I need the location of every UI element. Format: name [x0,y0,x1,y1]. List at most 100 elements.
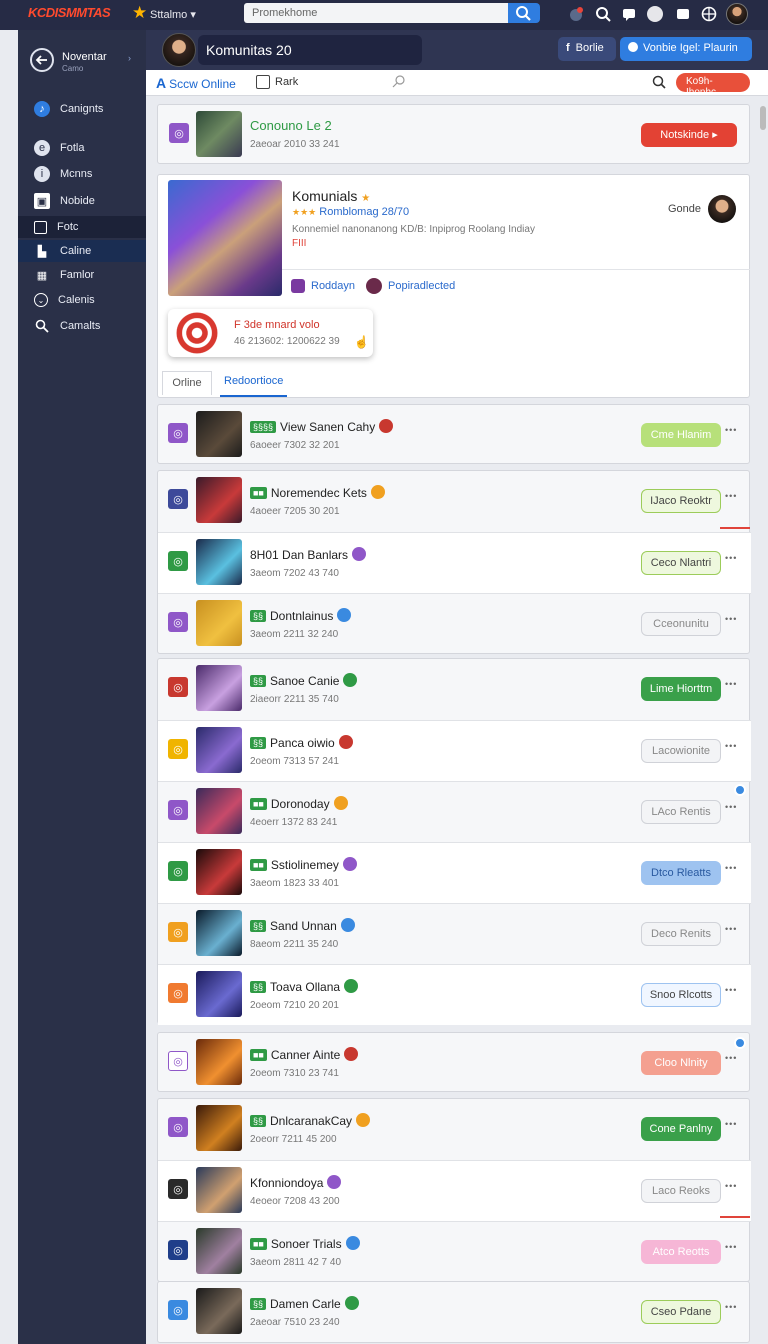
profile-tag-1[interactable]: Roddayn [311,280,355,292]
game-title[interactable]: Kfonniondoya [250,1175,342,1190]
game-action-button[interactable]: Ceco Nlantri [641,551,721,575]
game-thumbnail[interactable] [196,600,242,646]
game-title[interactable]: ■■ Canner Ainte [250,1047,359,1062]
list-item[interactable]: ◎ ■■ Sonoer Trials 3aeom 2811 42 7 40 Atco R… [158,1221,751,1282]
top-menu[interactable]: Sttalmo ▾ [150,8,196,21]
tab-online[interactable]: A Sccw Online [156,75,236,91]
game-title[interactable]: §§ Dontnlainus [250,608,352,623]
sidebar-item-caline[interactable]: ▙ Caline [18,240,146,262]
game-action-button[interactable]: Cseo Pdane [641,1300,721,1324]
game-action-button[interactable]: LAco Rentis [641,800,721,824]
share-icon[interactable] [674,5,692,23]
more-options-icon[interactable]: ••• [725,802,737,812]
sidebar-item-canignts[interactable]: ♪ Canignts [18,98,146,120]
scrollbar[interactable] [760,106,766,130]
game-title[interactable]: 8H01 Dan Banlars [250,547,367,562]
game-title[interactable]: ■■ Sstiolinemey [250,857,357,872]
search-icon[interactable] [392,75,406,89]
sidebar-item-nobide[interactable]: ▣ Nobide [18,190,146,212]
list-item[interactable]: ◎ Kfonniondoya 4eoeor 7208 43 200 Laco Reok… [158,1160,751,1221]
game-title[interactable]: §§ Damen Carle [250,1296,359,1311]
game-title[interactable]: §§ Sanoe Canie [250,673,358,688]
rank-checkbox[interactable] [256,75,270,89]
game-action-button[interactable]: Lime Hiorttm [641,677,721,701]
search-input[interactable]: Promekhome [244,3,508,23]
game-title[interactable]: §§ Panca oiwio [250,735,353,750]
game-action-button[interactable]: Cceonunitu [641,612,721,636]
game-action-button[interactable]: Lacowionite [641,739,721,763]
game-thumbnail[interactable] [196,849,242,895]
game-action-button[interactable]: Atco Reotts [641,1240,721,1264]
game-title[interactable]: §§ Toava Ollana [250,979,359,994]
list-item[interactable]: ◎ ■■ Doronoday 4eoerr 1372 83 241 LAco Renti… [158,781,751,842]
game-thumbnail[interactable] [196,1105,242,1151]
game-action-button[interactable]: Deco Renits [641,922,721,946]
sidebar-item-camalts[interactable]: Camalts [18,315,146,337]
sidebar-item-fotla[interactable]: e Fotla [18,137,146,159]
game-action-button[interactable]: Snoo Rlcotts [641,983,721,1007]
more-options-icon[interactable]: ••• [725,1053,737,1063]
game-thumbnail[interactable] [196,1167,242,1213]
game-thumbnail[interactable] [196,1228,242,1274]
more-options-icon[interactable]: ••• [725,491,737,501]
search-icon[interactable] [594,5,612,23]
list-item[interactable]: ◎ §§ Panca oiwio 2oeom 7313 57 241 Lacowioni… [158,720,751,781]
game-action-button[interactable]: IJaco Reoktr [641,489,721,513]
search-icon[interactable] [652,75,666,89]
game-thumbnail[interactable] [196,665,242,711]
popup-card[interactable]: F 3de mnard volo 46 213602: 1200622 39 ☝ [168,309,373,357]
more-options-icon[interactable]: ••• [725,1119,737,1129]
list-item[interactable]: ◎ §§ Damen Carle 2aeoar 7510 23 240 Cseo Pda… [158,1282,751,1343]
list-item[interactable]: ◎ §§ Toava Ollana 2oeom 7210 20 201 Snoo Rlc… [158,964,751,1025]
search-button[interactable] [508,3,540,23]
promo-title[interactable]: Conouno Le 2 [250,118,332,133]
game-title[interactable]: §§§§ View Sanen Cahy [250,419,394,434]
game-thumbnail[interactable] [196,539,242,585]
game-thumbnail[interactable] [196,111,242,157]
more-options-icon[interactable]: ••• [725,863,737,873]
more-options-icon[interactable]: ••• [725,679,737,689]
sidebar-item-calenis[interactable]: ⌄ Calenis [18,289,146,311]
more-options-icon[interactable]: ••• [725,924,737,934]
more-options-icon[interactable]: ••• [725,741,737,751]
profile-banner-image[interactable] [168,180,282,296]
back-button[interactable] [30,48,54,72]
list-item[interactable]: ◎ §§ DnlcaranakCay 2oeorr 7211 45 200 Cone P… [158,1099,751,1160]
sidebar-item-famlor[interactable]: ▦ Famlor [18,264,146,286]
more-options-icon[interactable]: ••• [725,1181,737,1191]
more-options-icon[interactable]: ••• [725,425,737,435]
game-thumbnail[interactable] [196,788,242,834]
more-options-icon[interactable]: ••• [725,553,737,563]
game-thumbnail[interactable] [196,477,242,523]
notification-icon[interactable] [567,5,585,23]
chevron-right-icon[interactable]: › [128,53,131,63]
game-title[interactable]: §§ Sand Unnan [250,918,355,933]
profile-tag-2[interactable]: Popiradlected [388,280,455,292]
chat-icon[interactable] [620,5,638,23]
globe-icon[interactable] [700,5,718,23]
game-action-button[interactable]: Cme Hlanim [641,423,721,447]
list-item[interactable]: ◎ ■■ Noremendec Kets 4aoeer 7205 30 201 IJac… [158,471,751,532]
game-thumbnail[interactable] [196,971,242,1017]
facebook-button[interactable]: f Borlie [558,37,616,61]
game-action-button[interactable]: Laco Reoks [641,1179,721,1203]
game-title[interactable]: ■■ Noremendec Kets [250,485,385,500]
community-avatar[interactable] [162,33,196,67]
list-item[interactable]: ◎ ■■ Canner Ainte 2oeom 7310 23 741 Cloo Nln… [158,1033,751,1094]
game-thumbnail[interactable] [196,411,242,457]
list-item[interactable]: ◎ §§ Dontnlainus 3aeom 2211 32 240 Cceonunit… [158,593,751,654]
more-options-icon[interactable]: ••• [725,985,737,995]
sidebar-item-fotc[interactable]: Fotc [18,216,146,238]
add-button[interactable]: Ko9h-Ihonhc [676,73,750,98]
game-title[interactable]: ■■ Doronoday [250,796,348,811]
tab-active[interactable]: Redoortioce [220,373,288,397]
app-logo[interactable]: KCDISMMTAS [28,5,111,20]
tab-online[interactable]: Orline [162,371,212,395]
list-item[interactable]: ◎ §§ Sand Unnan 8aeom 2211 35 240 Deco Renit… [158,903,751,964]
game-title[interactable]: ■■ Sonoer Trials [250,1236,360,1251]
list-item[interactable]: ◎ §§§§ View Sanen Cahy 6aoeer 7302 32 201 Cm… [158,405,751,466]
sidebar-item-mcnns[interactable]: i Mcnns [18,163,146,185]
more-options-icon[interactable]: ••• [725,1302,737,1312]
list-item[interactable]: ◎ §§ Sanoe Canie 2iaeorr 2211 35 740 Lime Hi… [158,659,751,720]
more-options-icon[interactable]: ••• [725,614,737,624]
